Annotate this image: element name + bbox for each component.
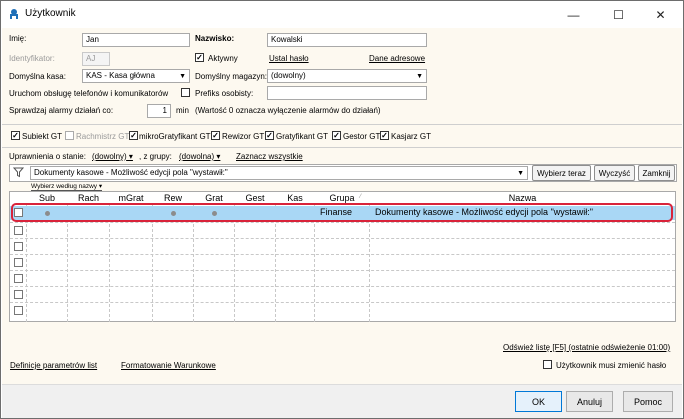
sprawdzaj-label: Sprawdzaj alarmy działań co: [9, 106, 114, 115]
wyczysc-button[interactable]: Wyczyść [594, 165, 635, 181]
grupa-value: (dowolna) [179, 152, 215, 161]
formatowanie-link[interactable]: Formatowanie Warunkowe [121, 361, 216, 370]
close-icon: ✕ [655, 7, 666, 22]
module-checkbox-mikrogratyfikant[interactable]: ✓ [129, 131, 138, 140]
dane-adresowe-link[interactable]: Dane adresowe [369, 54, 425, 63]
grid-line [10, 302, 675, 303]
user-dialog-window: Użytkownik — ☐ ✕ Imię: Jan Nazwisko: Kow… [0, 0, 684, 419]
uruchom-label: Uruchom obsługę telefonów i komunikatoró… [9, 89, 169, 98]
app-logo-icon [10, 9, 18, 19]
title-bar: Użytkownik — ☐ ✕ [1, 1, 683, 28]
domyslna-kasa-select[interactable]: KAS - Kasa główna ▼ [82, 69, 190, 83]
row-checkbox[interactable] [14, 274, 23, 283]
imie-input[interactable]: Jan [82, 33, 190, 47]
row-checkbox[interactable] [14, 258, 23, 267]
form-content: Imię: Jan Nazwisko: Kowalski Identyfikat… [2, 28, 682, 384]
module-checkbox-subiekt[interactable]: ✓ [11, 131, 20, 140]
minimize-icon: — [567, 7, 580, 22]
wybierz-teraz-button[interactable]: Wybierz teraz [532, 165, 591, 181]
uprawnienia-stan-label: Uprawnienia o stanie: [9, 152, 86, 161]
wybierz-wedlug-dropdown[interactable]: Wybierz według nazwy ▾ [31, 182, 103, 191]
dialog-footer: OK Anuluj Pomoc [2, 384, 682, 418]
chevron-down-icon: ▼ [179, 73, 186, 80]
aktywny-checkbox[interactable]: ✓ [195, 53, 204, 62]
permissions-grid: Sub Rach mGrat Rew Grat Gest Kas Grupa ⁄… [9, 191, 676, 322]
min-label: min [176, 106, 189, 115]
musi-zmienic-checkbox[interactable] [543, 360, 552, 369]
stan-dropdown[interactable]: (dowolny) ▾ [92, 152, 133, 161]
ustal-haslo-link[interactable]: Ustal hasło [269, 54, 309, 63]
nazwisko-input[interactable]: Kowalski [267, 33, 427, 47]
sprawdzaj-note: (Wartość 0 oznacza wyłączenie alarmów do… [195, 106, 381, 115]
grupa-label: , z grupy: [139, 152, 172, 161]
zaznacz-wszystkie-link[interactable]: Zaznacz wszystkie [236, 152, 303, 161]
grid-line [10, 286, 675, 287]
identyfikator-input[interactable]: AJ [82, 52, 110, 66]
nazwisko-label: Nazwisko: [195, 34, 235, 43]
filter-value: Dokumenty kasowe - Możliwość edycji pola… [34, 168, 228, 177]
row-checkbox[interactable] [14, 290, 23, 299]
domyslny-magazyn-label: Domyślny magazyn: [195, 72, 268, 81]
filter-icon [13, 167, 24, 178]
separator [2, 124, 682, 125]
wybierz-wedlug-label: Wybierz według nazwy [31, 183, 98, 190]
maximize-icon: ☐ [613, 7, 624, 22]
module-label-rewizor: Rewizor GT [222, 132, 265, 141]
zamknij-button[interactable]: Zamknij [638, 165, 675, 181]
grid-line [10, 238, 675, 239]
module-label-mikrogratyfikant: mikroGratyfikant GT [139, 132, 211, 141]
prefiks-label: Prefiks osobisty: [195, 89, 254, 98]
anuluj-button[interactable]: Anuluj [566, 391, 613, 412]
row-checkbox[interactable] [14, 226, 23, 235]
odswiez-liste-link[interactable]: Odśwież listę [F5] (ostatnie odświeżenie… [503, 343, 670, 352]
row-checkbox[interactable] [14, 306, 23, 315]
grid-line [10, 270, 675, 271]
grupa-dropdown[interactable]: (dowolna) ▾ [179, 152, 220, 161]
module-label-gratyfikant: Gratyfikant GT [276, 132, 329, 141]
musi-zmienic-label: Użytkownik musi zmienić hasło [556, 361, 667, 370]
aktywny-label: Aktywny [208, 54, 238, 63]
ok-button[interactable]: OK [515, 391, 562, 412]
module-checkbox-gratyfikant[interactable]: ✓ [265, 131, 274, 140]
maximize-button[interactable]: ☐ [596, 1, 641, 28]
row-checkbox[interactable] [14, 242, 23, 251]
stan-value: (dowolny) [92, 152, 127, 161]
grid-line [10, 254, 675, 255]
window-title: Użytkownik [25, 8, 76, 19]
minimize-button[interactable]: — [551, 1, 596, 28]
module-checkbox-kasjarz[interactable]: ✓ [380, 131, 389, 140]
uruchom-checkbox[interactable] [181, 88, 190, 97]
module-label-kasjarz: Kasjarz GT [391, 132, 432, 141]
module-label-subiekt: Subiekt GT [22, 132, 63, 141]
separator [2, 147, 682, 148]
domyslny-magazyn-value: (dowolny) [271, 71, 306, 80]
domyslna-kasa-value: KAS - Kasa główna [86, 71, 155, 80]
definicje-link[interactable]: Definicje parametrów list [10, 361, 97, 370]
sort-icon: ⁄ [360, 194, 362, 200]
domyslna-kasa-label: Domyślna kasa: [9, 72, 66, 81]
prefiks-input[interactable] [267, 86, 427, 100]
chevron-down-icon: ▼ [517, 170, 524, 177]
module-checkbox-rachmistrz[interactable] [65, 131, 74, 140]
filter-select[interactable]: Dokumenty kasowe - Możliwość edycji pola… [30, 166, 528, 180]
close-button[interactable]: ✕ [638, 1, 683, 28]
pomoc-button[interactable]: Pomoc [623, 391, 673, 412]
identyfikator-label: Identyfikator: [9, 54, 55, 63]
row-highlight [11, 203, 673, 222]
domyslny-magazyn-select[interactable]: (dowolny) ▼ [267, 69, 427, 83]
module-label-gestor: Gestor GT [343, 132, 381, 141]
imie-label: Imię: [9, 34, 27, 43]
grid-line [10, 222, 675, 223]
module-checkbox-gestor[interactable]: ✓ [332, 131, 341, 140]
chevron-down-icon: ▼ [416, 73, 423, 80]
sprawdzaj-input[interactable]: 1 [147, 104, 171, 118]
module-checkbox-rewizor[interactable]: ✓ [211, 131, 220, 140]
module-label-rachmistrz: Rachmistrz GT [76, 132, 130, 141]
